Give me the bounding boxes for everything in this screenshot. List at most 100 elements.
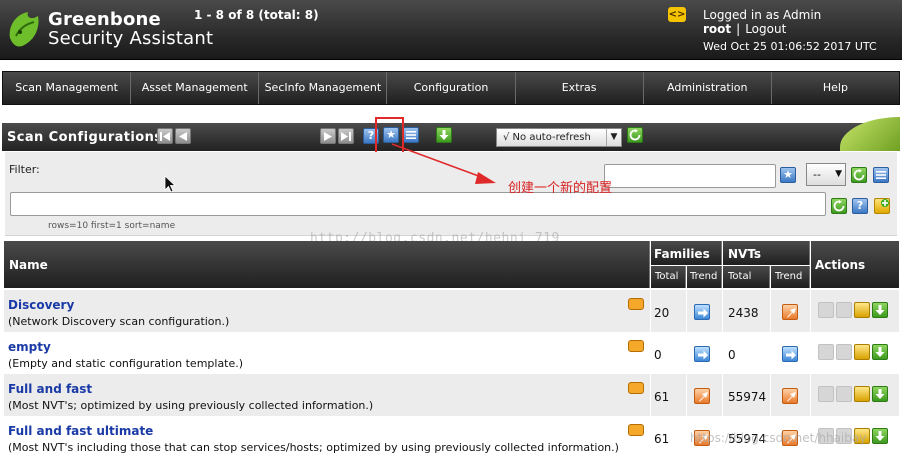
- export-icon[interactable]: [872, 344, 888, 360]
- trend-up-icon: [782, 304, 798, 320]
- nav-configuration[interactable]: Configuration: [387, 72, 516, 104]
- annotation-arrow-icon: [391, 143, 496, 184]
- config-description: (Most NVT's; optimized by using previous…: [8, 399, 374, 412]
- mouse-cursor-icon: [164, 175, 176, 193]
- annotation-text: 创建一个新的配置: [508, 181, 613, 196]
- new-filter-folder-icon[interactable]: [874, 198, 890, 214]
- export-icon[interactable]: [872, 386, 888, 402]
- glasses-icon[interactable]: [628, 382, 644, 394]
- column-divider: [722, 290, 723, 332]
- filter-select[interactable]: -- ▼: [806, 163, 846, 186]
- logout-link[interactable]: Logout: [745, 22, 786, 36]
- auto-refresh-value: √ No auto-refresh: [503, 132, 591, 143]
- glasses-icon[interactable]: [628, 340, 644, 352]
- column-divider: [810, 290, 811, 332]
- families-trend-label: Trend: [690, 271, 718, 282]
- filter-refresh-icon[interactable]: [851, 167, 867, 183]
- nvts-header-label: NVTs: [728, 247, 762, 261]
- column-divider: [650, 416, 651, 458]
- filter-hint: rows=10 first=1 sort=name: [48, 221, 176, 231]
- config-description: (Most NVT's including those that can sto…: [8, 441, 619, 454]
- edit-icon[interactable]: [836, 386, 852, 402]
- save-filter-star-icon[interactable]: ★: [780, 167, 796, 183]
- families-total: 61: [654, 390, 670, 404]
- export-icon[interactable]: [872, 428, 888, 444]
- nav-scan-management[interactable]: Scan Management: [3, 72, 132, 104]
- clone-icon[interactable]: [854, 386, 870, 402]
- clone-icon[interactable]: [854, 344, 870, 360]
- filter-input[interactable]: [10, 192, 826, 216]
- config-name-link[interactable]: Full and fast: [8, 382, 92, 396]
- families-total: 0: [654, 348, 662, 362]
- list-icon[interactable]: [403, 127, 419, 143]
- nav-help[interactable]: Help: [772, 72, 899, 104]
- config-description: (Empty and static configuration template…: [8, 357, 244, 370]
- table-row: Discovery (Network Discovery scan configu…: [4, 290, 899, 332]
- page-title: Scan Configurations: [7, 130, 163, 145]
- column-header-name[interactable]: [4, 241, 650, 288]
- next-page-icon[interactable]: [320, 128, 336, 144]
- delete-icon[interactable]: [818, 386, 834, 402]
- greenbone-logo-icon: [9, 12, 39, 47]
- edit-icon[interactable]: [836, 344, 852, 360]
- login-user: root: [703, 22, 732, 36]
- glasses-icon[interactable]: [628, 298, 644, 310]
- column-divider: [770, 374, 771, 416]
- app-header: Greenbone Security Assistant <> Logged i…: [0, 0, 902, 60]
- column-divider: [770, 290, 771, 332]
- nvts-trend-label: Trend: [775, 271, 803, 282]
- column-divider: [686, 374, 687, 416]
- column-divider: [650, 332, 651, 374]
- column-divider: [650, 374, 651, 416]
- trend-up-icon: [782, 388, 798, 404]
- watermark-text-2: https://blog.csdn.net/hhaibay: [690, 431, 867, 445]
- delete-icon[interactable]: [818, 344, 834, 360]
- column-divider: [686, 416, 687, 458]
- trend-same-icon: [694, 346, 710, 362]
- column-divider: [722, 374, 723, 416]
- clone-icon[interactable]: [854, 302, 870, 318]
- config-name-link[interactable]: Discovery: [8, 298, 74, 312]
- trend-up-icon: [694, 388, 710, 404]
- nav-asset-management[interactable]: Asset Management: [131, 72, 260, 104]
- trend-same-icon: [694, 304, 710, 320]
- families-total-label: Total: [655, 271, 679, 282]
- nav-extras[interactable]: Extras: [516, 72, 644, 104]
- column-divider: [810, 332, 811, 374]
- table-row: empty (Empty and static configuration tem…: [4, 332, 899, 374]
- column-divider: [722, 332, 723, 374]
- filter-name-input[interactable]: [604, 164, 776, 188]
- refresh-icon[interactable]: [627, 127, 643, 143]
- nvts-total: 55974: [728, 390, 767, 404]
- first-page-icon[interactable]: [157, 128, 173, 144]
- apply-filter-refresh-icon[interactable]: [831, 198, 847, 214]
- config-name-link[interactable]: empty: [8, 340, 51, 354]
- chevron-down-icon: ▼: [606, 129, 621, 146]
- export-icon[interactable]: [872, 302, 888, 318]
- section-corner-decoration: [840, 117, 900, 151]
- auto-refresh-select[interactable]: √ No auto-refresh ▼: [496, 128, 622, 147]
- notification-icon[interactable]: <>: [668, 7, 686, 22]
- filter-select-value: --: [813, 168, 821, 181]
- filter-label: Filter:: [9, 163, 40, 176]
- nav-administration[interactable]: Administration: [644, 72, 772, 104]
- previous-page-icon[interactable]: [175, 128, 191, 144]
- brand-subtitle: Security Assistant: [48, 28, 214, 49]
- nvts-total: 0: [728, 348, 736, 362]
- login-status: Logged in as Admin root | Logout: [703, 8, 902, 36]
- login-prefix: Logged in as Admin: [703, 8, 822, 22]
- import-icon[interactable]: [436, 127, 452, 143]
- edit-icon[interactable]: [836, 302, 852, 318]
- column-divider: [686, 332, 687, 374]
- login-separator: |: [736, 22, 741, 36]
- filter-list-icon[interactable]: [873, 167, 889, 183]
- config-name-link[interactable]: Full and fast ultimate: [8, 424, 153, 438]
- server-datetime: Wed Oct 25 01:06:52 2017 UTC: [703, 40, 877, 53]
- column-divider: [686, 290, 687, 332]
- last-page-icon[interactable]: [338, 128, 354, 144]
- nav-secinfo-management[interactable]: SecInfo Management: [259, 72, 388, 104]
- families-total: 61: [654, 432, 670, 446]
- filter-help-icon[interactable]: ?: [852, 198, 868, 214]
- delete-icon[interactable]: [818, 302, 834, 318]
- glasses-icon[interactable]: [628, 424, 644, 436]
